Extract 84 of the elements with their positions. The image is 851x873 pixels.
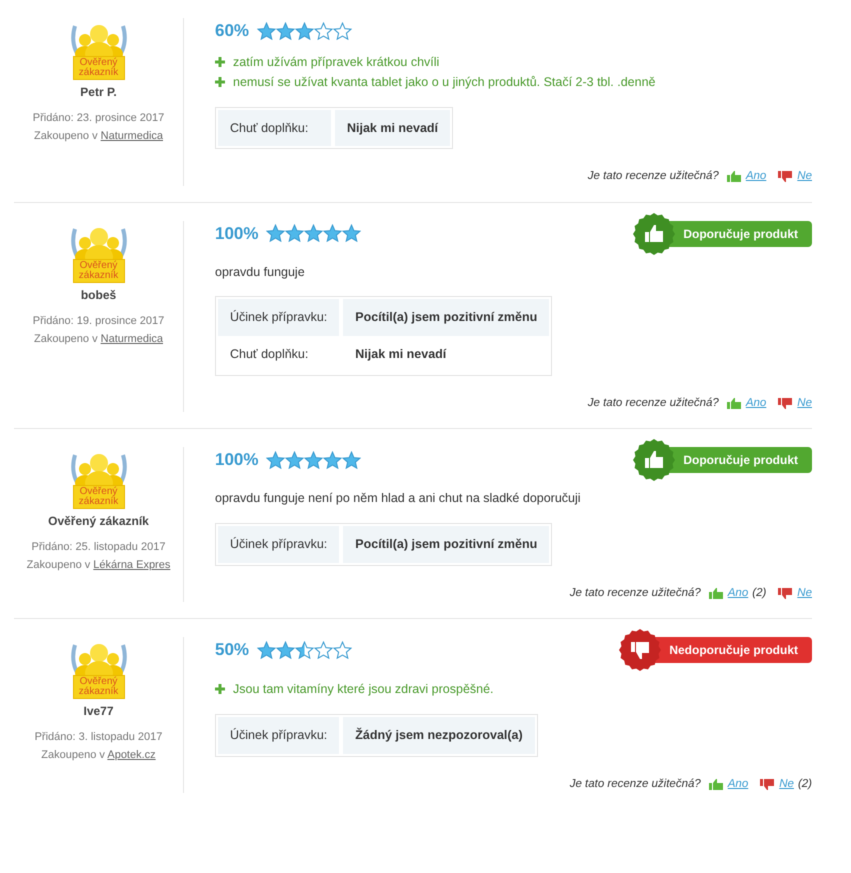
param-value: Pocítil(a) jsem pozitivní změnu [341,299,550,336]
added-date: Přidáno: 3. listopadu 2017 [34,730,162,745]
star-icon [333,22,352,40]
reviewer-name: bobeš [80,286,116,304]
review-text: opravdu funguje [215,264,306,281]
purchased-label: Zakoupeno v [34,332,99,344]
yes-link[interactable]: Ano [728,584,748,602]
star-icon [342,224,362,242]
star-icon [333,640,352,658]
star-icon [257,640,276,658]
verified-badge: Ověřený zákazník [72,485,124,509]
param-label: Účinek přípravku: [218,716,342,754]
no-link[interactable]: Ne [779,776,794,793]
plus-icon [215,684,225,694]
rating-percent: 60% [215,20,250,42]
helpful-question: Je tato recenze užitečná? [570,776,701,792]
star-icon [314,22,334,40]
star-icon [276,22,296,40]
purchased-label: Zakoupeno v [41,748,106,761]
shop-link[interactable]: Naturmedica [100,130,163,142]
star-icon [285,224,304,242]
param-value: Žádný jsem nezpozoroval(a) [341,716,535,754]
helpful-question: Je tato recenze užitečná? [570,586,701,600]
purchased-label: Zakoupeno v [26,559,92,571]
star-icon [314,640,334,658]
verified-badge: Ověřený zákazník [72,674,124,699]
purchased-label: Zakoupeno v [34,130,99,142]
pro-text: zatím užívám přípravek krátkou chvíli [233,54,440,71]
thumbs-down-icon [760,778,776,790]
shop-link[interactable]: Apotek.cz [107,748,156,761]
reviewer-name: Ověřený zákazník [48,513,149,530]
thumbs-down-icon [778,398,794,409]
thumbs-down-icon [778,588,794,599]
yes-link[interactable]: Ano [746,168,766,186]
reviewer-name: Petr P. [80,84,117,101]
rating-percent: 50% [215,638,250,661]
no-link[interactable]: Ne [797,584,812,602]
star-icon [285,450,304,469]
review-text: opravdu funguje není po něm hlad a ani chut na sladké doporučuji [215,490,582,507]
param-value: Nijak mi nevadí [333,110,450,146]
param-label: Účinek přípravku: [218,299,342,336]
param-label: Účinek přípravku: [218,526,342,562]
plus-icon [215,56,225,66]
plus-icon [215,76,225,86]
param-value: Pocítil(a) jsem pozitivní změnu [341,526,550,562]
pro-text: nemusí se užívat kvanta tablet jako o u jiných produktů. Stačí 2-3 tbl. .denně [233,74,656,91]
reviewer-name: Ive77 [83,702,114,720]
rating-percent: 100% [215,222,258,244]
thumbs-down-icon [778,171,794,182]
star-icon [266,224,286,242]
no-link[interactable]: Ne [797,394,812,412]
thumbs-up-icon [708,778,724,790]
thumbs-up-icon [726,398,742,409]
star-icon [295,640,314,658]
pro-text: Jsou tam vitamíny které jsou zdravi prospěšné. [233,680,494,698]
added-date: Přidáno: 23. prosince 2017 [32,111,164,126]
star-icon [323,450,342,469]
thumbs-up-icon [726,171,742,182]
added-date: Přidáno: 25. listopadu 2017 [30,540,166,555]
star-icon [276,640,296,658]
param-value: Nijak mi nevadí [341,336,550,373]
rating-percent: 100% [215,449,258,471]
shop-link[interactable]: Lékárna Expres [93,559,170,571]
no-link[interactable]: Ne [797,168,812,186]
star-icon [295,22,314,40]
star-icon [342,450,362,469]
yes-link[interactable]: Ano [746,394,766,412]
param-label: Chuť doplňku: [218,110,333,146]
star-icon [257,22,276,40]
star-icon [304,224,324,242]
helpful-question: Je tato recenze užitečná? [588,396,719,411]
thumbs-up-icon [708,588,724,599]
shop-link[interactable]: Naturmedica [100,332,163,344]
yes-count: (2) [752,586,766,600]
star-icon [304,450,324,469]
helpful-question: Je tato recenze užitečná? [588,169,719,184]
param-label: Chuť doplňku: [229,346,310,363]
verified-badge: Ověřený zákazník [72,258,124,282]
no-count: (2) [798,776,812,792]
verified-badge: Ověřený zákazník [72,56,124,80]
star-icon [266,450,286,469]
yes-link[interactable]: Ano [728,776,748,793]
star-icon [323,224,342,242]
added-date: Přidáno: 19. prosince 2017 [32,314,164,328]
